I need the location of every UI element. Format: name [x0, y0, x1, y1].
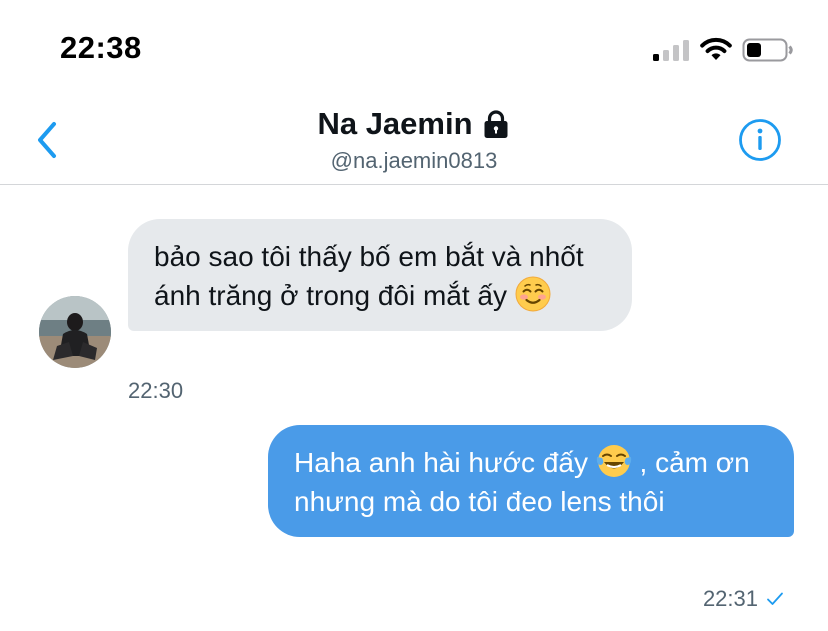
wifi-icon	[700, 37, 732, 60]
contact-name: Na Jaemin	[317, 106, 473, 141]
tears-of-joy-icon	[596, 445, 631, 477]
outgoing-message-bubble[interactable]: Haha anh hài hước đấy , cảm ơn nhưng mà …	[268, 425, 794, 537]
info-button[interactable]	[738, 118, 782, 162]
lock-icon	[484, 110, 508, 138]
contact-handle: @na.jaemin0813	[330, 148, 498, 173]
header-titles: Na Jaemin @na.jaemin0813	[0, 106, 828, 174]
incoming-message-time: 22:30	[128, 378, 184, 403]
outgoing-message-time: 22:31	[702, 586, 758, 611]
battery-icon	[742, 38, 793, 62]
incoming-message-bubble[interactable]: bảo sao tôi thấy bố em bắt và nhốt ánh t…	[128, 219, 632, 331]
avatar-image	[39, 296, 111, 368]
sent-check-icon	[767, 592, 783, 605]
avatar[interactable]	[39, 296, 111, 368]
conversation-header: Na Jaemin @na.jaemin0813	[0, 96, 828, 185]
smiling-face-icon	[515, 276, 551, 312]
status-time: 22:38	[60, 30, 142, 65]
cellular-signal-icon	[653, 40, 689, 61]
status-bar: 22:38	[0, 0, 828, 96]
outgoing-message-meta: 22:31	[703, 586, 784, 612]
conversation-title[interactable]: Na Jaemin	[317, 106, 510, 142]
outgoing-message-text-start: Haha anh hài hước đấy	[294, 447, 588, 478]
